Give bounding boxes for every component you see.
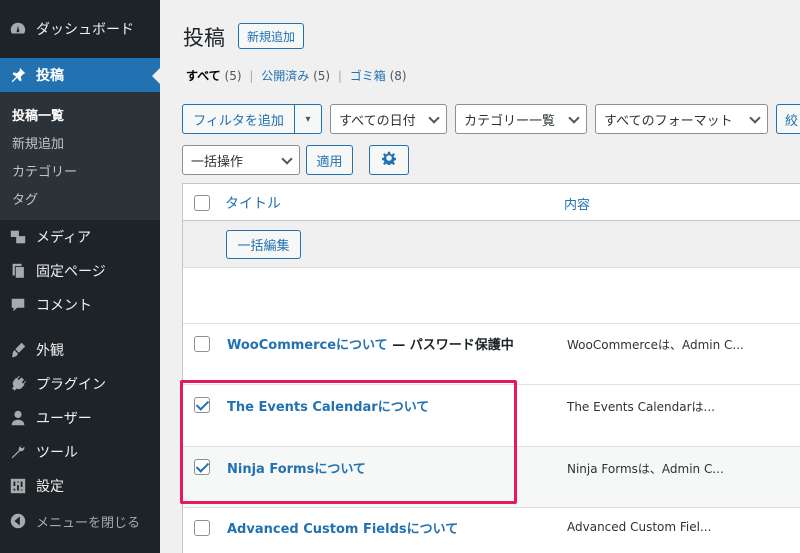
date-filter-value: すべての日付 <box>339 113 416 129</box>
bulk-action-select[interactable]: 一括操作 <box>182 145 300 175</box>
submenu-categories[interactable]: カテゴリー <box>12 161 77 180</box>
menu-label: 設定 <box>36 479 64 495</box>
menu-label: プラグイン <box>36 377 106 393</box>
user-icon <box>8 408 28 428</box>
apply-button[interactable]: 適用 <box>306 145 353 175</box>
table-row: Advanced Custom Fieldsについて Advanced Cust… <box>183 508 800 553</box>
submenu-tags[interactable]: タグ <box>12 189 38 208</box>
list-settings-button[interactable] <box>369 145 409 175</box>
dashboard-icon <box>8 19 28 39</box>
menu-media[interactable]: メディア <box>0 226 160 248</box>
category-filter-value: カテゴリー一覧 <box>464 113 556 129</box>
format-filter-value: すべてのフォーマット <box>604 113 733 129</box>
post-excerpt: Ninja Formsは、Admin C... <box>567 462 724 476</box>
menu-settings[interactable]: 設定 <box>0 475 160 497</box>
menu-plugins[interactable]: プラグイン <box>0 373 160 395</box>
admin-sidebar: ダッシュボード 投稿 投稿一覧 新規追加 カテゴリー タグ メディア 固定ページ… <box>0 0 160 553</box>
plugin-icon <box>8 374 28 394</box>
menu-label: 投稿 <box>36 68 64 84</box>
post-status-filter: すべて (5) | 公開済み (5) | ゴミ箱 (8) <box>186 67 407 84</box>
menu-label: メディア <box>36 230 92 246</box>
pin-icon <box>8 65 28 85</box>
post-excerpt: Advanced Custom Fiel... <box>567 520 712 534</box>
menu-appearance[interactable]: 外観 <box>0 339 160 361</box>
format-filter-select[interactable]: すべてのフォーマット <box>595 104 768 134</box>
view-all-count: (5) <box>224 69 242 83</box>
menu-label: ダッシュボード <box>36 22 134 38</box>
post-excerpt: WooCommerceは、Admin C... <box>567 338 744 352</box>
add-new-post-button[interactable]: 新規追加 <box>238 23 305 49</box>
view-separator: | <box>249 69 254 83</box>
menu-comments[interactable]: コメント <box>0 294 160 316</box>
date-filter-select[interactable]: すべての日付 <box>330 104 447 134</box>
gear-icon <box>381 151 397 169</box>
menu-tools[interactable]: ツール <box>0 441 160 463</box>
menu-label: ユーザー <box>36 411 92 427</box>
post-title-text[interactable]: WooCommerceについて <box>227 338 388 353</box>
submenu-add-new[interactable]: 新規追加 <box>12 133 64 152</box>
narrow-filter-button[interactable]: 絞 <box>776 104 800 134</box>
view-separator: | <box>337 69 342 83</box>
menu-users[interactable]: ユーザー <box>0 407 160 429</box>
view-trash-link[interactable]: ゴミ箱 <box>350 69 386 83</box>
menu-pages[interactable]: 固定ページ <box>0 260 160 282</box>
comment-icon <box>8 295 28 315</box>
row-checkbox[interactable] <box>194 336 210 352</box>
menu-label: ツール <box>36 445 78 461</box>
selection-highlight-box <box>180 380 517 504</box>
collapse-icon <box>8 511 28 531</box>
current-arrow-icon <box>152 68 160 84</box>
menu-label: コメント <box>36 298 92 314</box>
menu-dashboard[interactable]: ダッシュボード <box>0 16 160 42</box>
page-title: 投稿 <box>183 26 225 50</box>
column-title-sort[interactable]: タイトル <box>225 193 281 213</box>
bulk-action-value: 一括操作 <box>191 154 244 170</box>
table-row: WooCommerceについて — パスワード保護中 WooCommerceは、… <box>183 324 800 385</box>
chevron-down-icon <box>428 112 440 124</box>
view-published-link[interactable]: 公開済み <box>261 69 309 83</box>
view-trash-count: (8) <box>389 69 407 83</box>
menu-label: メニューを閉じる <box>36 515 141 531</box>
chevron-down-icon <box>749 112 761 124</box>
select-all-checkbox[interactable] <box>194 195 210 211</box>
chevron-down-icon <box>568 112 580 124</box>
posts-submenu: 投稿一覧 新規追加 カテゴリー タグ <box>0 92 160 220</box>
filter-dropdown-toggle[interactable]: ▾ <box>294 104 322 134</box>
column-content-header: 内容 <box>564 198 591 213</box>
collapse-menu-button[interactable]: メニューを閉じる <box>0 510 160 532</box>
page-icon <box>8 261 28 281</box>
table-header: タイトル 内容 <box>183 184 800 221</box>
view-published-count: (5) <box>313 69 331 83</box>
post-state: — パスワード保護中 <box>387 338 514 353</box>
submenu-all-posts[interactable]: 投稿一覧 <box>12 105 64 124</box>
brush-icon <box>8 340 28 360</box>
post-title-link[interactable]: WooCommerceについて — パスワード保護中 <box>227 334 514 353</box>
post-title-link[interactable]: Advanced Custom Fieldsについて <box>227 518 458 537</box>
post-excerpt: The Events Calendarは... <box>567 400 715 414</box>
chevron-down-icon <box>281 153 293 165</box>
bulk-edit-spacer <box>183 268 800 324</box>
media-icon <box>8 227 28 247</box>
category-filter-select[interactable]: カテゴリー一覧 <box>455 104 587 134</box>
menu-posts[interactable]: 投稿 <box>0 58 160 92</box>
settings-icon <box>8 476 28 496</box>
view-all-link[interactable]: すべて <box>186 69 221 83</box>
wrench-icon <box>8 442 28 462</box>
add-filter-button[interactable]: フィルタを追加 <box>182 104 295 134</box>
menu-label: 固定ページ <box>36 264 106 280</box>
menu-label: 外観 <box>36 343 64 359</box>
bulk-edit-button[interactable]: 一括編集 <box>226 230 301 259</box>
bulk-edit-row: 一括編集 <box>183 221 800 268</box>
row-checkbox[interactable] <box>194 520 210 536</box>
